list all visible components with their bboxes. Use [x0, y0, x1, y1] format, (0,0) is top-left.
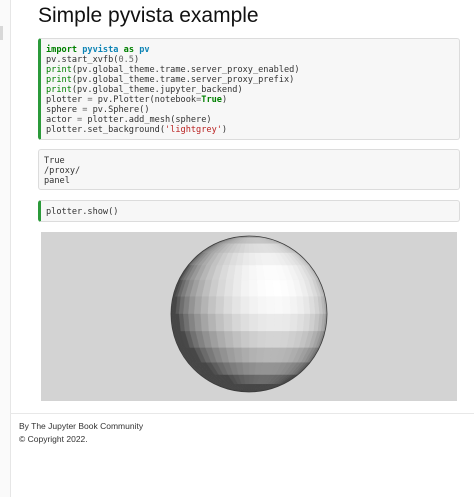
footer-byline: By The Jupyter Book Community [19, 421, 144, 431]
sphere-facet [223, 296, 233, 315]
sphere-facet [240, 347, 250, 363]
code-line: print(pv.global_theme.trame.server_proxy… [46, 65, 453, 75]
code-text: pv.start_xvfb( [46, 55, 119, 65]
sphere-facet [257, 313, 267, 332]
code-text: ) [221, 125, 228, 135]
sphere-facet [240, 296, 250, 315]
output-line: panel [44, 176, 70, 186]
output-block: True/proxy/panel [39, 150, 459, 192]
code-block: import pyvista as pv pv.start_xvfb(0.5) pr… [41, 39, 459, 141]
code-text: (pv.global_theme.jupyter_backend) [71, 85, 243, 95]
code-text: pv.Plotter(notebook [92, 95, 197, 105]
sphere-facet [257, 296, 267, 315]
sphere-facet [248, 296, 258, 315]
code-block: plotter.show() [41, 201, 459, 223]
sphere-facet [248, 279, 258, 297]
code-cell-2[interactable]: plotter.show() [38, 200, 460, 222]
sphere-facet [248, 347, 258, 363]
code-line: import pyvista as pv [46, 45, 453, 55]
sphere-facet [240, 265, 250, 281]
keyword-as: as [123, 45, 134, 55]
pyvista-plot[interactable] [41, 232, 457, 401]
code-line: pv.start_xvfb(0.5) [46, 55, 453, 65]
code-line: actor = plotter.add_mesh(sphere) [46, 115, 453, 125]
builtin-print: print [46, 75, 72, 85]
sphere-facet [273, 296, 284, 315]
number-literal: 0.5 [118, 55, 134, 65]
sphere-facet [265, 313, 275, 332]
code-text: plotter [46, 95, 88, 105]
code-text: (pv.global_theme.trame.server_proxy_pref… [71, 75, 295, 85]
sphere-facet [240, 313, 250, 332]
string-literal: 'lightgrey' [165, 125, 222, 135]
code-cell-1[interactable]: import pyvista as pv pv.start_xvfb(0.5) pr… [38, 38, 460, 140]
bool-literal: True [201, 95, 222, 105]
code-text: ) [221, 95, 228, 105]
sphere-render [170, 235, 328, 393]
sphere-facet [231, 313, 241, 332]
code-line: print(pv.global_theme.jupyter_backend) [46, 85, 453, 95]
sphere-facet [248, 252, 257, 266]
output-line: /proxy/ [44, 166, 81, 176]
sphere-facet [231, 331, 242, 349]
sphere-facet [248, 362, 257, 376]
module-alias: pv [139, 45, 150, 55]
builtin-print: print [46, 65, 72, 75]
module-name: pyvista [82, 45, 119, 55]
footer-copyright: © Copyright 2022. [19, 434, 88, 444]
sphere-facet [256, 279, 267, 297]
builtin-print: print [46, 85, 72, 95]
keyword-import: import [46, 45, 78, 55]
sphere-facet [265, 296, 275, 315]
sphere-facet [240, 279, 250, 297]
code-line: print(pv.global_theme.trame.server_proxy… [46, 75, 453, 85]
code-line: plotter = pv.Plotter(notebook=True) [46, 95, 453, 105]
footer-divider [10, 413, 474, 414]
sphere-facet [231, 279, 242, 297]
sphere-facet [256, 331, 267, 349]
sphere-facet [281, 296, 291, 315]
sphere-facet [214, 296, 225, 315]
code-text: actor [46, 115, 78, 125]
sphere-facet [289, 296, 298, 315]
sphere-mesh [171, 236, 327, 392]
sphere-facet [207, 313, 217, 332]
code-text: ) [133, 55, 140, 65]
code-text: plotter.add_mesh(sphere) [82, 115, 212, 125]
output-line: True [44, 156, 65, 166]
sphere-facet [207, 296, 217, 315]
sphere-facet [273, 313, 284, 332]
sphere-facet [231, 296, 241, 315]
page-title: Simple pyvista example [38, 4, 259, 27]
sphere-facet [289, 313, 298, 332]
code-line: plotter.show() [46, 207, 119, 217]
sidebar-toggle[interactable] [0, 26, 3, 40]
sphere-facet [248, 265, 258, 281]
sphere-facet [281, 313, 291, 332]
sphere-facet [240, 331, 250, 349]
code-text: sphere [46, 105, 83, 115]
sphere-facet [214, 313, 225, 332]
sphere-facet [248, 313, 258, 332]
sidebar-rail [0, 0, 11, 497]
sphere-facet [223, 313, 233, 332]
code-line: plotter.set_background('lightgrey') [46, 125, 453, 135]
sphere-facet [248, 331, 258, 349]
output-cell-1: True/proxy/panel [38, 149, 460, 190]
code-line: sphere = pv.Sphere() [46, 105, 453, 115]
code-text: pv.Sphere() [87, 105, 150, 115]
code-text: (pv.global_theme.trame.server_proxy_enab… [71, 65, 300, 75]
code-text: plotter.set_background( [46, 125, 165, 135]
